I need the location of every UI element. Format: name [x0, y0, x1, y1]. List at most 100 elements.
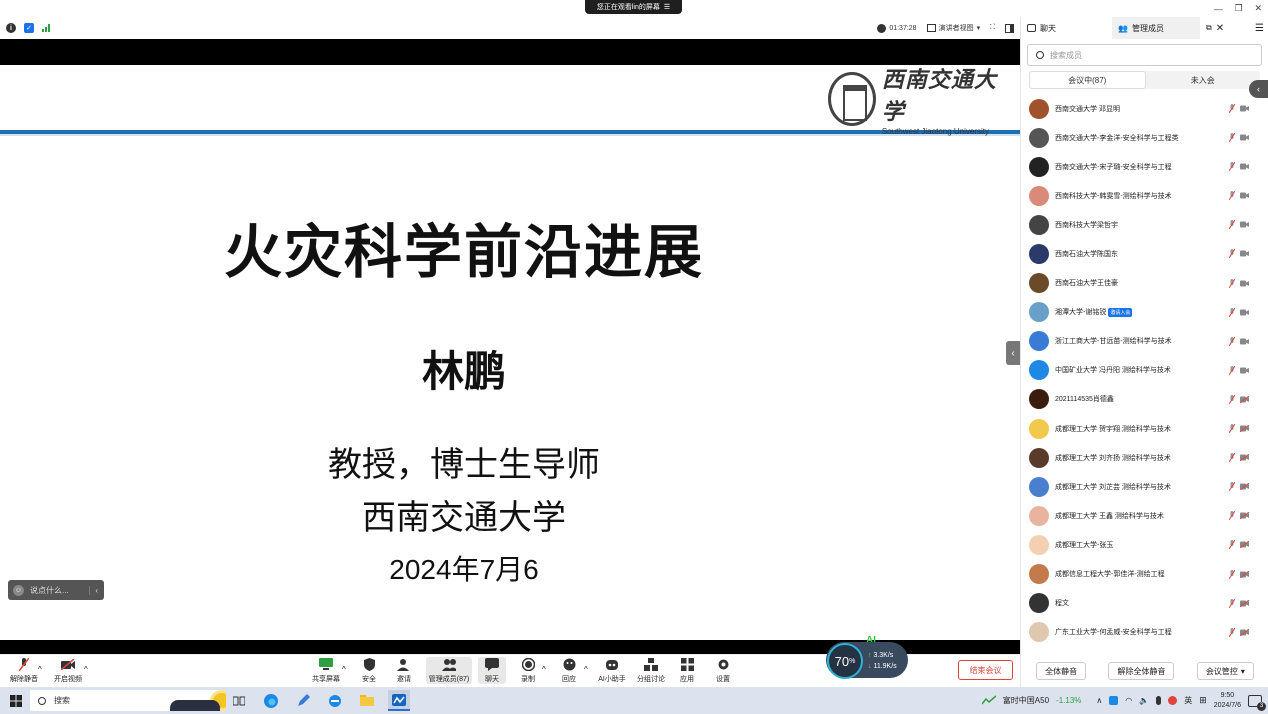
- chevron-left-icon[interactable]: ‹: [89, 585, 98, 595]
- end-meeting-button[interactable]: 结束会议: [958, 660, 1013, 680]
- camera-off-icon[interactable]: [1240, 395, 1249, 403]
- speaker-icon[interactable]: 🔈: [1139, 696, 1149, 705]
- member-row[interactable]: 西南交通大学-宋子璐-安全科学与工程: [1021, 152, 1268, 181]
- task-view-icon[interactable]: [228, 690, 250, 711]
- screen-share-banner[interactable]: 您正在观看lin的屏幕 ☰: [585, 0, 682, 14]
- member-row[interactable]: 程文: [1021, 589, 1268, 618]
- camera-off-icon[interactable]: [1240, 512, 1249, 520]
- ai-assistant-button[interactable]: AI小助手: [594, 657, 630, 684]
- member-search-input[interactable]: 搜索成员: [1027, 44, 1262, 66]
- camera-off-icon[interactable]: [1240, 280, 1249, 287]
- apps-button[interactable]: 应用: [669, 657, 705, 684]
- mic-muted-icon[interactable]: [1229, 307, 1235, 317]
- member-row[interactable]: 成都理工大学 刘芷芸 测绘科学与技术: [1021, 472, 1268, 501]
- camera-off-icon[interactable]: [1240, 309, 1249, 316]
- close-panel-icon[interactable]: ✕: [1216, 23, 1224, 34]
- share-screen-button[interactable]: 共享屏幕: [308, 657, 344, 684]
- breakout-button[interactable]: 分组讨论: [633, 657, 669, 684]
- taskbar-clock[interactable]: 9:50 2024/7/6: [1214, 691, 1241, 711]
- stock-name[interactable]: 富时中国A50: [1003, 695, 1049, 706]
- shield-icon[interactable]: ✓: [24, 23, 34, 33]
- camera-off-icon[interactable]: [1240, 221, 1249, 228]
- sidebar-toggle-icon[interactable]: [1005, 23, 1014, 33]
- member-row[interactable]: 成都理工大学 刘齐扬 测绘科学与技术: [1021, 443, 1268, 472]
- mic-muted-icon[interactable]: [1229, 453, 1235, 463]
- tab-members[interactable]: 👥 管理成员: [1112, 17, 1200, 39]
- unmute-all-button[interactable]: 解除全体静音: [1108, 662, 1175, 680]
- member-row[interactable]: 中国矿业大学 冯丹阳 测绘科学与技术: [1021, 356, 1268, 385]
- more-menu-icon[interactable]: ☰: [1255, 23, 1264, 34]
- mic-muted-icon[interactable]: [1229, 104, 1235, 113]
- seg-in-meeting[interactable]: 会议中(87): [1029, 71, 1146, 89]
- member-row[interactable]: 西南石油大学陈国东: [1021, 239, 1268, 268]
- mic-muted-icon[interactable]: [1229, 540, 1235, 550]
- record-button[interactable]: 录制: [510, 657, 546, 684]
- network-speed-widget[interactable]: AI 70% ↑ 3.3K/s ↓ 11.9K/s: [826, 635, 908, 679]
- camera-off-icon[interactable]: [1240, 250, 1249, 257]
- member-row[interactable]: 湘潭大学-谢铭锐 邀请入会: [1021, 298, 1268, 327]
- close-window-icon[interactable]: ✕: [1255, 3, 1263, 14]
- caret-up-icon[interactable]: ^: [584, 665, 588, 674]
- camera-off-icon[interactable]: [1240, 599, 1249, 607]
- invite-button[interactable]: 邀请: [386, 657, 422, 684]
- panel-expand-button[interactable]: ‹: [1249, 80, 1268, 98]
- tab-chat[interactable]: 聊天: [1021, 17, 1062, 39]
- chevron-up-icon[interactable]: ∧: [1096, 696, 1102, 705]
- caret-up-icon[interactable]: ^: [38, 665, 42, 674]
- camera-off-icon[interactable]: [1240, 163, 1249, 170]
- mic-tray-icon[interactable]: [1156, 696, 1162, 705]
- unmute-button[interactable]: 解除静音: [6, 657, 42, 684]
- camera-off-icon[interactable]: [1240, 338, 1249, 345]
- member-row[interactable]: 浙江工商大学-甘远苗-测绘科学与技术: [1021, 327, 1268, 356]
- mic-muted-icon[interactable]: [1229, 482, 1235, 492]
- ime-indicator[interactable]: 英: [1184, 695, 1192, 706]
- mic-muted-icon[interactable]: [1229, 394, 1235, 404]
- popout-icon[interactable]: ⧉: [1206, 23, 1212, 33]
- mic-muted-icon[interactable]: [1229, 365, 1235, 375]
- caret-up-icon[interactable]: ^: [84, 665, 88, 674]
- pen-app-icon[interactable]: [292, 690, 314, 711]
- member-row[interactable]: 成都理工大学-张玉: [1021, 530, 1268, 559]
- react-button[interactable]: 回应: [551, 657, 587, 684]
- caret-up-icon[interactable]: ^: [342, 665, 346, 674]
- member-row[interactable]: 成都理工大学 贺宇翔 测绘科学与技术: [1021, 414, 1268, 443]
- mic-muted-icon[interactable]: [1229, 627, 1235, 637]
- member-row[interactable]: 西南科技大学梁哲宇: [1021, 210, 1268, 239]
- taskbar-search[interactable]: 搜索: [30, 690, 226, 711]
- camera-off-icon[interactable]: [1240, 192, 1249, 199]
- settings-button[interactable]: 设置: [705, 657, 741, 684]
- meeting-app-icon[interactable]: [388, 690, 410, 711]
- camera-off-icon[interactable]: [1240, 628, 1249, 636]
- mic-muted-icon[interactable]: [1229, 249, 1235, 259]
- mic-muted-icon[interactable]: [1229, 133, 1235, 143]
- quick-chat-input[interactable]: ☺ 说点什么... ‹: [8, 580, 104, 600]
- mic-muted-icon[interactable]: [1229, 511, 1235, 521]
- maximize-icon[interactable]: ❐: [1235, 3, 1243, 14]
- camera-off-icon[interactable]: [1240, 454, 1249, 462]
- signal-icon[interactable]: [42, 23, 52, 34]
- grid-tray-icon[interactable]: ⊞: [1199, 695, 1207, 706]
- fullscreen-icon[interactable]: ⛶: [990, 24, 995, 32]
- member-row[interactable]: 广东工业大学-何孟威-安全科学与工程: [1021, 618, 1268, 647]
- member-row[interactable]: 西南交通大学 邓显明: [1021, 94, 1268, 123]
- member-row[interactable]: 西南交通大学-李金洋-安全科学与工程类: [1021, 123, 1268, 152]
- edge-browser-icon[interactable]: [260, 690, 282, 711]
- manage-members-button[interactable]: 管理成员(87): [426, 657, 472, 684]
- mic-muted-icon[interactable]: [1229, 569, 1235, 579]
- video-button[interactable]: 开启视频: [50, 657, 86, 684]
- chat-button[interactable]: 聊天: [478, 657, 506, 684]
- meeting-control-button[interactable]: 会议管控 ▾: [1196, 662, 1254, 680]
- caret-up-icon[interactable]: ^: [542, 665, 546, 674]
- camera-off-icon[interactable]: [1240, 570, 1249, 578]
- member-row[interactable]: 西南科技大学-韩雯雪-测绘科学与技术: [1021, 181, 1268, 210]
- wifi-icon[interactable]: ◠: [1125, 696, 1132, 705]
- mic-muted-icon[interactable]: [1229, 336, 1235, 346]
- mic-muted-icon[interactable]: [1229, 220, 1235, 230]
- member-row[interactable]: 西南石油大学王佳豪: [1021, 269, 1268, 298]
- minimize-icon[interactable]: —: [1214, 4, 1223, 14]
- camera-off-icon[interactable]: [1240, 483, 1249, 491]
- mic-muted-icon[interactable]: [1229, 278, 1235, 288]
- camera-off-icon[interactable]: [1240, 105, 1249, 112]
- security-button[interactable]: 安全: [351, 657, 387, 684]
- camera-off-icon[interactable]: [1240, 134, 1249, 141]
